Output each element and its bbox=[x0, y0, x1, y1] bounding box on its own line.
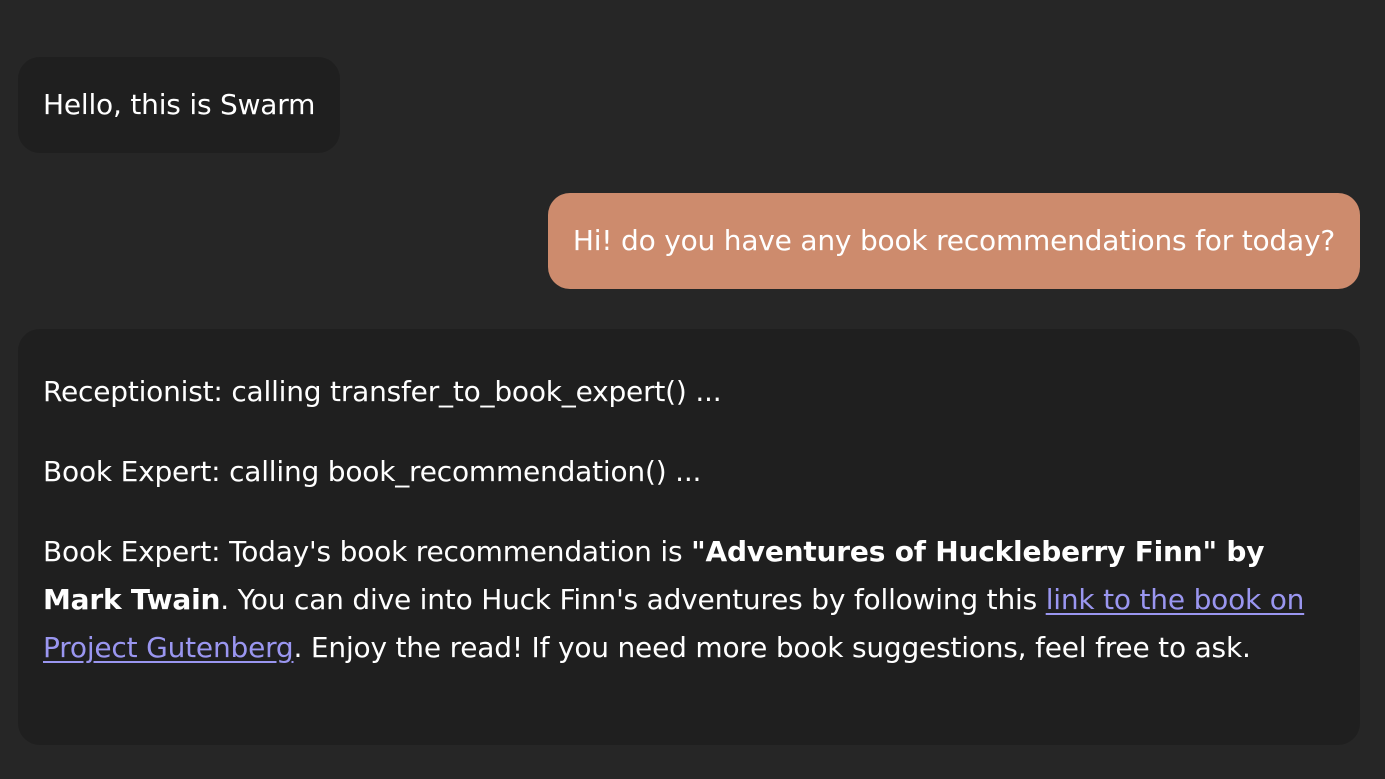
recommendation-intro: Book Expert: Today's book recommendation… bbox=[43, 535, 692, 568]
bot-greeting-text: Hello, this is Swarm bbox=[43, 88, 316, 121]
user-message: Hi! do you have any book recommendations… bbox=[547, 193, 1360, 289]
reply-line-recommendation: Book Expert: Today's book recommendation… bbox=[43, 528, 1335, 672]
recommendation-outro: . Enjoy the read! If you need more book … bbox=[293, 631, 1251, 664]
user-message-text: Hi! do you have any book recommendations… bbox=[572, 224, 1335, 257]
bot-greeting-message: Hello, this is Swarm bbox=[18, 57, 341, 153]
reply-line-book-expert-call: Book Expert: calling book_recommendation… bbox=[43, 455, 702, 488]
bot-reply-message: Receptionist: calling transfer_to_book_e… bbox=[18, 329, 1360, 745]
recommendation-middle: . You can dive into Huck Finn's adventur… bbox=[220, 583, 1046, 616]
reply-line-receptionist: Receptionist: calling transfer_to_book_e… bbox=[43, 375, 722, 408]
